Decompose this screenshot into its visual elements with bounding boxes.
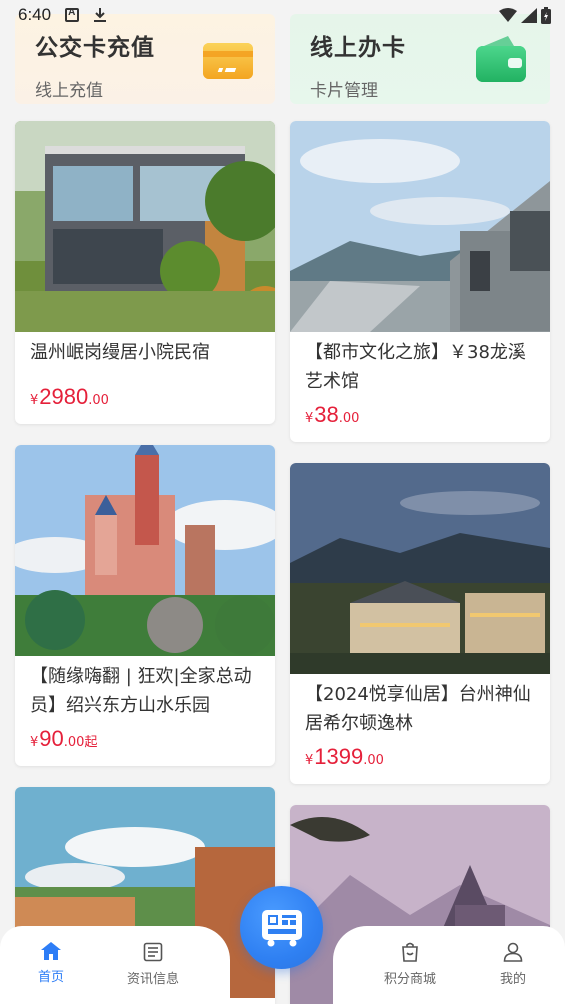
product-grid: 温州岷岗缦居小院民宿 ¥ 2980 .00 【随缘嗨翻 | 狂欢|全家总动员】绍…	[15, 121, 550, 1004]
wallet-icon	[476, 36, 526, 82]
product-price: ¥ 90 .00 起	[30, 726, 260, 752]
product-price: ¥ 38 .00	[305, 402, 535, 428]
product-image	[15, 445, 275, 656]
accessibility-icon	[65, 7, 80, 22]
price-currency: ¥	[305, 753, 314, 768]
product-column-right: 【都市文化之旅】￥38龙溪艺术馆 ¥ 38 .00 【2024悦享仙居】台州神仙…	[290, 121, 550, 1004]
nav-label-news: 资讯信息	[126, 972, 179, 987]
signal-icon	[521, 7, 537, 23]
nav-item-points-mall[interactable]: 积分商城	[370, 942, 450, 987]
product-title: 【都市文化之旅】￥38龙溪艺术馆	[305, 342, 526, 392]
price-currency: ¥	[30, 735, 39, 750]
product-title: 【2024悦享仙居】台州神仙居希尔顿逸林	[305, 684, 531, 734]
nav-label-home: 首页	[37, 970, 64, 985]
price-decimal: .00	[63, 735, 85, 750]
price-decimal: .00	[338, 411, 360, 426]
wifi-icon	[499, 8, 517, 22]
nav-label-profile: 我的	[499, 972, 526, 987]
price-integer: 1399	[314, 744, 364, 769]
price-decimal: .00	[88, 393, 109, 408]
battery-icon	[541, 6, 551, 24]
bus-qrcode-button[interactable]	[240, 886, 323, 969]
product-price: ¥ 1399 .00	[305, 744, 535, 770]
price-integer: 38	[314, 402, 339, 427]
price-integer: 2980	[39, 384, 89, 409]
download-icon	[94, 8, 107, 22]
price-suffix: 起	[84, 735, 98, 750]
product-image	[290, 121, 550, 332]
product-card[interactable]: 【随缘嗨翻 | 狂欢|全家总动员】绍兴东方山水乐园 ¥ 90 .00 起	[15, 445, 275, 766]
product-title: 温州岷岗缦居小院民宿	[30, 342, 210, 363]
home-icon	[41, 942, 61, 960]
price-currency: ¥	[305, 411, 314, 426]
price-currency: ¥	[30, 393, 39, 408]
status-time: 6:40	[18, 5, 52, 24]
product-image	[15, 121, 275, 332]
product-column-left: 温州岷岗缦居小院民宿 ¥ 2980 .00 【随缘嗨翻 | 狂欢|全家总动员】绍…	[15, 121, 275, 1004]
nav-label-points-mall: 积分商城	[383, 972, 436, 987]
shopping-bag-icon	[402, 942, 418, 962]
product-title: 【随缘嗨翻 | 狂欢|全家总动员】绍兴东方山水乐园	[30, 666, 252, 716]
product-card[interactable]: 【2024悦享仙居】台州神仙居希尔顿逸林 ¥ 1399 .00	[290, 463, 550, 784]
user-icon	[503, 942, 523, 962]
card-icon	[203, 43, 253, 79]
news-icon	[143, 942, 163, 962]
nav-item-news[interactable]: 资讯信息	[113, 942, 193, 987]
status-bar: 6:40	[0, 0, 565, 30]
nav-item-profile[interactable]: 我的	[473, 942, 553, 987]
price-integer: 90	[39, 726, 64, 751]
product-card[interactable]: 温州岷岗缦居小院民宿 ¥ 2980 .00	[15, 121, 275, 424]
bus-qrcode-icon	[261, 909, 302, 946]
product-price: ¥ 2980 .00	[30, 384, 260, 410]
nav-item-home[interactable]: 首页	[11, 942, 91, 985]
product-image	[290, 463, 550, 674]
price-decimal: .00	[363, 753, 384, 768]
product-card[interactable]: 【都市文化之旅】￥38龙溪艺术馆 ¥ 38 .00	[290, 121, 550, 442]
